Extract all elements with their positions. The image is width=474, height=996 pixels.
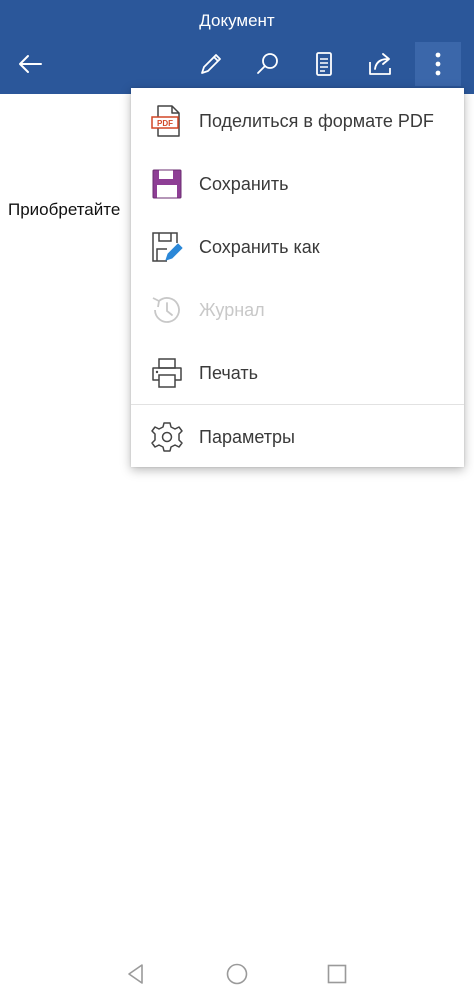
menu-label-history: Журнал — [199, 300, 265, 320]
overflow-menu: PDF Поделиться в формате PDF Сохранить С… — [131, 88, 464, 467]
menu-item-save[interactable]: Сохранить — [131, 153, 464, 215]
save-icon — [149, 166, 185, 202]
share-button[interactable] — [359, 42, 403, 86]
share-icon — [369, 53, 391, 75]
more-vertical-icon — [435, 52, 441, 76]
nav-recents-button[interactable] — [317, 954, 357, 994]
menu-label-settings: Параметры — [199, 427, 295, 447]
menu-divider — [131, 404, 464, 405]
search-icon — [257, 53, 278, 74]
nav-back-icon — [128, 964, 143, 984]
menu-label-print: Печать — [199, 363, 258, 383]
menu-label-share-pdf: Поделиться в формате PDF — [199, 111, 434, 131]
menu-label-save: Сохранить — [199, 174, 289, 194]
menu-item-share-pdf[interactable]: PDF Поделиться в формате PDF — [131, 90, 464, 152]
menu-label-save-as: Сохранить как — [199, 237, 320, 257]
app-bar: Документ — [0, 0, 474, 94]
more-options-button[interactable] — [415, 42, 461, 86]
svg-text:PDF: PDF — [157, 119, 173, 128]
history-icon — [149, 292, 185, 328]
menu-item-print[interactable]: Печать — [131, 342, 464, 404]
menu-item-save-as[interactable]: Сохранить как — [131, 216, 464, 278]
nav-home-icon — [226, 963, 248, 985]
reading-view-icon — [316, 52, 332, 76]
menu-item-history: Журнал — [131, 279, 464, 341]
pdf-icon: PDF — [149, 103, 185, 139]
app-title: Документ — [199, 11, 275, 30]
document-text[interactable]: Приобретайте — [8, 200, 120, 220]
print-icon — [149, 355, 185, 391]
back-arrow-icon — [19, 55, 42, 73]
edit-button[interactable] — [189, 42, 233, 86]
nav-back-button[interactable] — [116, 954, 156, 994]
nav-recents-icon — [327, 964, 347, 984]
reading-view-button[interactable] — [302, 42, 346, 86]
nav-home-button[interactable] — [217, 954, 257, 994]
system-nav-bar — [0, 946, 474, 996]
search-button[interactable] — [246, 42, 290, 86]
back-button[interactable] — [8, 42, 52, 86]
save-as-icon — [149, 229, 185, 265]
pencil-icon — [201, 54, 221, 74]
menu-item-settings[interactable]: Параметры — [131, 406, 464, 468]
settings-gear-icon — [149, 419, 185, 455]
